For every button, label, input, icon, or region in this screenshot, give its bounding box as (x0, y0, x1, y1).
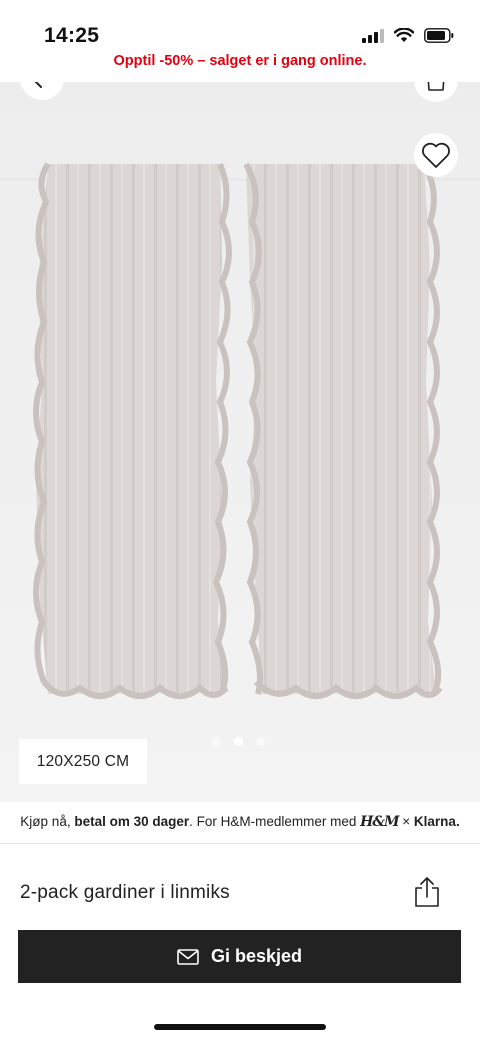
heart-icon (422, 142, 450, 168)
carousel-dot[interactable] (256, 737, 265, 746)
size-label: 120X250 CM (19, 739, 147, 784)
klarna-middle: . For H&M-medlemmer med (189, 814, 361, 829)
status-bar: 14:25 (0, 0, 480, 47)
back-arrow-icon (34, 82, 42, 88)
klarna-prefix: Kjøp nå, (20, 814, 75, 829)
product-title: 2-pack gardiner i linmiks (20, 882, 230, 903)
carousel-dots (212, 737, 265, 746)
notify-me-label: Gi beskjed (210, 946, 303, 966)
promo-text: Opptil -50% – salget er i gang online. (113, 53, 367, 69)
battery-icon (424, 28, 454, 43)
carousel-dot-active[interactable] (234, 737, 243, 746)
notify-me-button[interactable]: Gi beskjed (18, 930, 461, 983)
divider (0, 843, 480, 844)
klarna-brand: Klarna. (413, 814, 460, 829)
share-button[interactable] (412, 876, 442, 908)
favorite-button[interactable] (414, 133, 458, 177)
hm-logo: H&M (360, 814, 399, 830)
product-image (0, 82, 480, 802)
klarna-separator: × (398, 814, 414, 829)
wifi-icon (394, 28, 414, 42)
shopping-bag-icon (427, 82, 445, 91)
klarna-banner[interactable]: Kjøp nå, betal om 30 dager. For H&M-medl… (0, 814, 480, 830)
promo-banner[interactable]: Opptil -50% – salget er i gang online. (0, 44, 480, 82)
home-indicator[interactable] (154, 1024, 326, 1030)
share-icon (415, 877, 439, 907)
envelope-icon (177, 948, 199, 965)
signal-icon (362, 28, 384, 43)
klarna-bold: betal om 30 dager (74, 814, 190, 829)
status-icons (362, 28, 454, 43)
product-image-gallery[interactable]: 9 120X250 CM (0, 82, 480, 802)
carousel-dot[interactable] (212, 737, 221, 746)
